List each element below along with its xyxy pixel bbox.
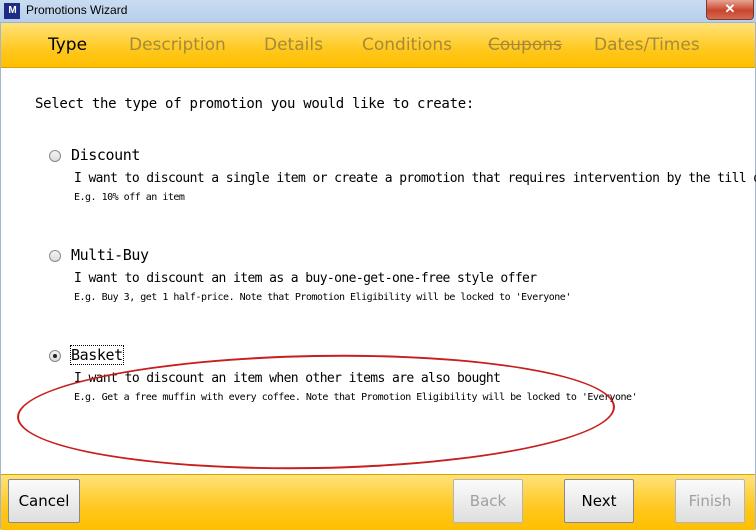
tab-type[interactable]: Type — [48, 35, 87, 55]
app-logo-icon: M — [4, 3, 20, 19]
finish-button[interactable]: Finish — [675, 479, 745, 523]
option-example: E.g. Get a free muffin with every coffee… — [74, 392, 638, 403]
promotions-wizard-window: M Promotions Wizard ✕ Type Description D… — [0, 0, 756, 530]
option-example: E.g. 10% off an item — [74, 192, 185, 203]
radio-multi-buy[interactable] — [49, 250, 61, 262]
option-label[interactable]: Basket — [70, 345, 124, 365]
option-description: I want to discount an item as a buy-one-… — [74, 271, 537, 286]
title-bar[interactable]: M Promotions Wizard ✕ — [0, 0, 756, 23]
option-label[interactable]: Multi-Buy — [71, 246, 149, 264]
window-title: Promotions Wizard — [26, 3, 128, 17]
close-button[interactable]: ✕ — [706, 0, 754, 20]
tab-details[interactable]: Details — [264, 35, 323, 55]
option-example: E.g. Buy 3, get 1 half-price. Note that … — [74, 292, 571, 303]
wizard-footer: Cancel Back Next Finish — [1, 474, 755, 530]
radio-basket[interactable] — [49, 350, 61, 362]
tab-dates-times[interactable]: Dates/Times — [594, 35, 700, 55]
back-button[interactable]: Back — [453, 479, 523, 523]
next-button[interactable]: Next — [564, 479, 634, 523]
tab-coupons: Coupons — [488, 35, 562, 55]
page-prompt: Select the type of promotion you would l… — [35, 96, 474, 112]
option-description: I want to discount a single item or crea… — [74, 171, 756, 186]
wizard-content: Select the type of promotion you would l… — [1, 68, 756, 475]
annotation-ellipse — [16, 349, 616, 475]
tab-conditions[interactable]: Conditions — [362, 35, 452, 55]
tab-description[interactable]: Description — [129, 35, 226, 55]
wizard-steps: Type Description Details Conditions Coup… — [1, 23, 755, 68]
wizard-frame: Type Description Details Conditions Coup… — [0, 23, 756, 530]
radio-discount[interactable] — [49, 150, 61, 162]
option-label[interactable]: Discount — [71, 146, 140, 164]
cancel-button[interactable]: Cancel — [8, 479, 80, 523]
option-description: I want to discount an item when other it… — [74, 371, 501, 386]
